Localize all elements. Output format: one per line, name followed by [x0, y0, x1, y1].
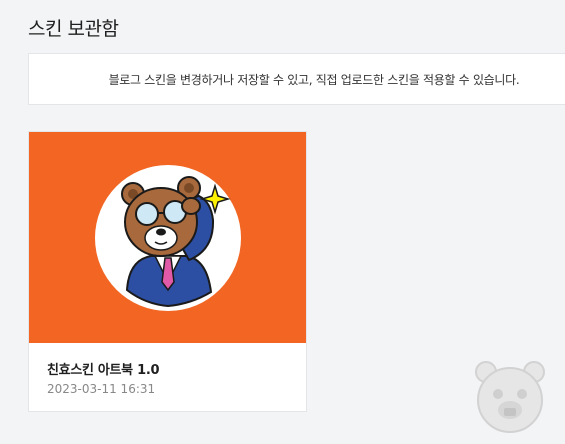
bear-with-glasses-icon: [95, 165, 241, 311]
skin-name[interactable]: 친효스킨 아트북 1.0: [47, 359, 160, 378]
skin-card[interactable]: 친효스킨 아트북 1.0 2023-03-11 16:31: [28, 131, 307, 412]
bear-mascot-icon: [475, 361, 545, 433]
notice-box: 블로그 스킨을 변경하거나 저장할 수 있고, 직접 업로드한 스킨을 적용할 …: [28, 53, 565, 105]
page-title: 스킨 보관함: [28, 18, 119, 40]
skin-thumbnail[interactable]: [29, 132, 306, 343]
notice-text: 블로그 스킨을 변경하거나 저장할 수 있고, 직접 업로드한 스킨을 적용할 …: [108, 72, 520, 87]
skin-date: 2023-03-11 16:31: [47, 382, 156, 396]
